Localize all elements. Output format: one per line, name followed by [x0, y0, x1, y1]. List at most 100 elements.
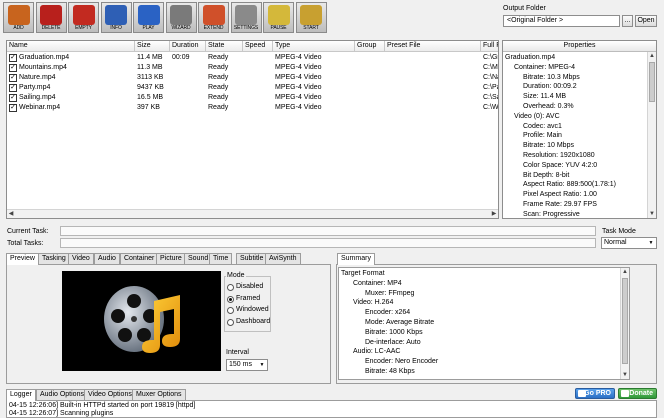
- file-checkbox[interactable]: ✓: [9, 94, 17, 102]
- file-checkbox[interactable]: ✓: [9, 74, 17, 82]
- scroll-down-icon[interactable]: ▼: [621, 371, 629, 379]
- property-line: Scan: Progressive: [523, 210, 580, 218]
- column-header-size[interactable]: Size: [135, 41, 170, 52]
- scroll-up-icon[interactable]: ▲: [621, 268, 629, 276]
- tab-video[interactable]: Video: [68, 253, 94, 264]
- file-list[interactable]: Name Size Duration State Speed Type Group Prese…: [6, 40, 499, 219]
- tab-sound[interactable]: Sound: [184, 253, 213, 264]
- tab-container[interactable]: Container: [120, 253, 159, 264]
- scroll-left-icon[interactable]: ◀: [7, 210, 15, 218]
- task-mode-select[interactable]: Normal ▼: [601, 237, 657, 249]
- mode-radio-disabled[interactable]: [227, 284, 234, 291]
- file-state: Ready: [208, 64, 229, 71]
- tab-audio[interactable]: Audio: [94, 253, 120, 264]
- file-type: MPEG-4 Video: [275, 54, 322, 61]
- column-header-type[interactable]: Type: [273, 41, 355, 52]
- empty-button[interactable]: EMPTY: [68, 2, 99, 33]
- tab-avisynth[interactable]: AviSynth: [265, 253, 301, 264]
- log-line: 04-15 12:26:06] Built-in HTTPd started o…: [9, 402, 196, 409]
- play-button[interactable]: PLAY: [133, 2, 164, 33]
- start-button[interactable]: START: [295, 2, 327, 33]
- tab-picture[interactable]: Picture: [156, 253, 186, 264]
- column-header-group[interactable]: Group: [355, 41, 385, 52]
- current-task-progress: [60, 226, 596, 236]
- file-row[interactable]: ✓ Graduation.mp4 11.4 MB 00:09 Ready MPEG-4 V…: [7, 53, 498, 63]
- file-type: MPEG-4 Video: [275, 64, 322, 71]
- file-checkbox[interactable]: ✓: [9, 54, 17, 62]
- wizard-button[interactable]: WIZARD: [165, 2, 197, 33]
- toolbar-label: ADD: [13, 25, 24, 31]
- property-line: Graduation.mp4: [505, 54, 556, 61]
- summary-scroll-thumb[interactable]: [622, 278, 628, 364]
- summary-vscrollbar[interactable]: ▲ ▼: [620, 268, 629, 379]
- extend-button[interactable]: EXTEND: [198, 2, 229, 33]
- donate-button[interactable]: Donate: [618, 388, 657, 399]
- property-line: Bitrate: 10 Mbps: [523, 142, 574, 150]
- tab-preview[interactable]: Preview: [6, 253, 39, 265]
- chevron-down-icon[interactable]: ▼: [647, 239, 655, 247]
- tab-time[interactable]: Time: [209, 253, 233, 264]
- property-line: Container: MPEG-4: [514, 63, 576, 71]
- mode-radio-dashboard[interactable]: [227, 318, 234, 326]
- delete-button[interactable]: DELETE: [35, 2, 67, 33]
- column-header-speed[interactable]: Speed: [243, 41, 273, 52]
- scroll-down-icon[interactable]: ▼: [648, 210, 656, 218]
- file-row[interactable]: ✓Webinar.mp4 397 KB Ready MPEG-4 Video C:\We: [7, 103, 498, 113]
- info-button[interactable]: INFO: [100, 2, 132, 33]
- mode-radio-framed[interactable]: [227, 295, 234, 303]
- properties-scroll-thumb[interactable]: [649, 62, 655, 102]
- file-name: Party.mp4: [19, 84, 51, 91]
- summary-line: De-interlace: Auto: [365, 338, 421, 346]
- interval-value: 150 ms: [229, 361, 252, 368]
- file-row[interactable]: ✓ Mountains.mp4 11.3 MB Ready MPEG-4 Video C:…: [7, 63, 498, 73]
- pause-button[interactable]: PAUSE: [263, 2, 294, 33]
- tab-tasking[interactable]: Tasking: [38, 253, 70, 264]
- gopro-icon: [578, 390, 586, 397]
- file-row[interactable]: ✓ Party.mp4 9437 KB Ready MPEG-4 Video C:\Pa: [7, 83, 498, 93]
- tab-muxer-options[interactable]: Muxer Options: [132, 389, 186, 400]
- interval-select[interactable]: 150 ms ▼: [226, 359, 268, 371]
- file-size: 9437 KB: [137, 84, 164, 91]
- output-folder-input[interactable]: <Original Folder >: [503, 15, 620, 27]
- interval-label: Interval: [226, 349, 249, 356]
- tab-audio-options[interactable]: Audio Options: [36, 389, 88, 400]
- file-name: Sailing.mp4: [19, 94, 56, 101]
- column-header-full-pa[interactable]: Full Pa: [481, 41, 498, 52]
- properties-vscrollbar[interactable]: ▲ ▼: [647, 52, 656, 218]
- toolbar-label: EXTEND: [203, 25, 224, 31]
- file-row[interactable]: ✓ Sailing.mp4 16.5 MB Ready MPEG-4 Video C:\S…: [7, 93, 498, 103]
- tab-logger[interactable]: Logger: [6, 389, 36, 401]
- column-header-name[interactable]: Name: [7, 41, 135, 52]
- open-button[interactable]: Open: [635, 15, 657, 27]
- file-checkbox[interactable]: ✓: [9, 64, 17, 72]
- file-list-hscrollbar[interactable]: ◀ ▶: [7, 209, 498, 218]
- file-size: 11.3 MB: [137, 64, 163, 71]
- browse-button[interactable]: ...: [622, 15, 633, 27]
- mode-radio-windowed[interactable]: [227, 307, 234, 314]
- mode-label: Mode: [226, 272, 246, 279]
- file-state: Ready: [208, 54, 229, 61]
- scroll-right-icon[interactable]: ▶: [490, 210, 498, 218]
- properties-header: Properties: [503, 41, 656, 52]
- file-checkbox[interactable]: ✓: [9, 104, 17, 112]
- file-row[interactable]: ✓Nature.mp4 3113 KB Ready MPEG-4 Video C:\Na: [7, 73, 498, 83]
- file-type: MPEG-4 Video: [275, 74, 322, 81]
- column-header-state[interactable]: State: [206, 41, 243, 52]
- tab-subtitle[interactable]: Subtitle: [236, 253, 268, 264]
- scroll-up-icon[interactable]: ▲: [648, 52, 656, 60]
- chevron-down-icon[interactable]: ▼: [258, 361, 266, 369]
- summary-line: Audio: LC-AAC: [353, 348, 401, 356]
- toolbar-label: EMPTY: [75, 25, 92, 31]
- gopro-button[interactable]: Go PRO: [575, 388, 615, 399]
- settings-icon: [235, 5, 257, 25]
- file-checkbox[interactable]: ✓: [9, 84, 17, 92]
- column-header-preset-file[interactable]: Preset File: [385, 41, 481, 52]
- file-type: MPEG-4 Video: [275, 94, 322, 101]
- settings-button[interactable]: SETTINGS: [230, 2, 262, 33]
- add-button[interactable]: ADD: [3, 2, 34, 33]
- tab-video-options[interactable]: Video Options: [84, 389, 136, 400]
- tab-summary[interactable]: Summary: [337, 253, 375, 265]
- gopro-label: Go PRO: [584, 390, 611, 397]
- column-header-duration[interactable]: Duration: [170, 41, 206, 52]
- log-line: 04-15 12:26:07] Scanning plugins: [9, 410, 114, 417]
